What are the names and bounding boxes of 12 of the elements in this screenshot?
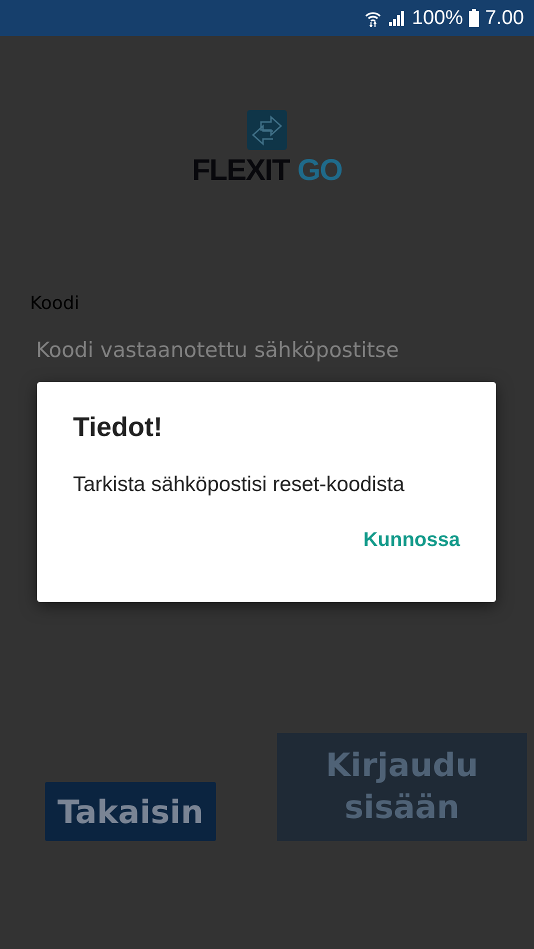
clock-time: 7.00 — [485, 6, 524, 30]
signal-icon — [388, 10, 406, 26]
back-button[interactable]: Takaisin — [45, 782, 216, 841]
logo-text: GO — [297, 154, 342, 188]
battery-percent: 100% — [412, 6, 464, 30]
arrows-icon — [247, 110, 287, 150]
battery-icon — [469, 9, 480, 27]
dialog-title: Tiedot! — [73, 412, 164, 443]
ok-button[interactable]: Kunnossa — [363, 525, 460, 556]
login-button[interactable]: Kirjaudu sisään — [277, 733, 527, 841]
dialog-message: Tarkista sähköpostisi reset-koodista — [73, 473, 406, 497]
input-field[interactable]: Koodi vastaanotettu sähköpostitse — [30, 334, 502, 366]
